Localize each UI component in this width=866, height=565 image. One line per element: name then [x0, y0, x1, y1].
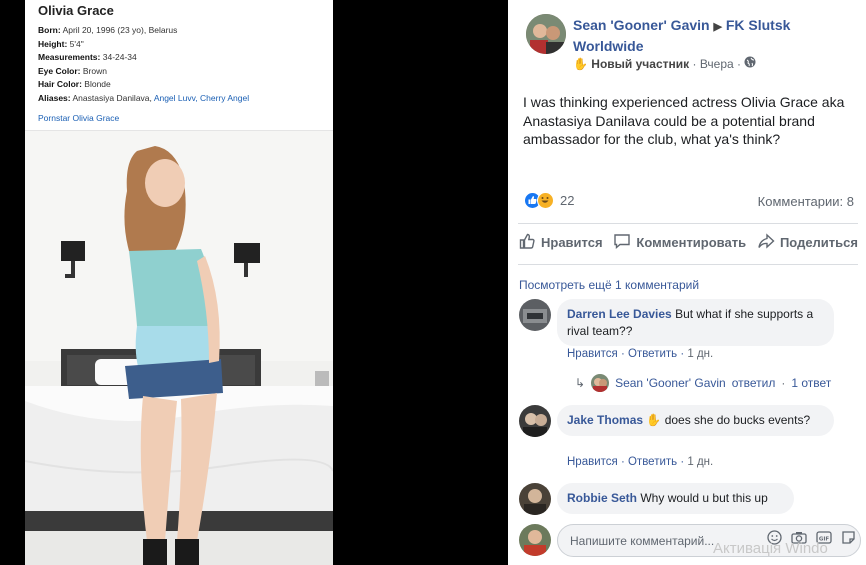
commenter-avatar[interactable]: [519, 405, 551, 437]
alias-3-link[interactable]: Cherry Angel: [200, 93, 249, 103]
current-user-avatar: [519, 524, 551, 556]
comment-item: Darren Lee Davies But what if she suppor…: [519, 299, 849, 369]
reactions-summary[interactable]: 22: [524, 192, 574, 209]
reply-count: 1 ответ: [791, 376, 832, 390]
reaction-count: 22: [560, 193, 575, 208]
haha-reaction-icon: [537, 192, 554, 209]
thumbs-up-icon: [518, 232, 536, 253]
author-avatar-image: [526, 14, 566, 54]
info-height: Height: 5'4": [38, 38, 320, 52]
comment-like-link[interactable]: Нравится: [567, 456, 618, 468]
comment-label: Комментировать: [636, 235, 747, 250]
replies-summary-link[interactable]: ↳ Sean 'Gooner' Gavin ответил · 1 ответ: [575, 374, 831, 392]
comment-bubble: Jake Thomas ✋ does she do bucks events?: [557, 405, 834, 436]
measurements-label: Measurements:: [38, 52, 101, 63]
windows-activation-watermark: Активація Windo: [713, 540, 828, 557]
new-member-hand-icon: ✋: [646, 413, 662, 427]
share-arrow-icon: [757, 232, 775, 253]
comment-actions: Нравится · Ответить · 1 дн.: [567, 348, 714, 360]
globe-icon: [744, 56, 756, 71]
comment-bubble: Darren Lee Davies But what if she suppor…: [557, 299, 834, 346]
post-panel: Sean 'Gooner' Gavin ▶ FK Slutsk Worldwid…: [508, 0, 866, 565]
post-author-line: Sean 'Gooner' Gavin ▶ FK Slutsk Worldwid…: [573, 16, 863, 56]
divider: [518, 264, 858, 265]
post-meta: ✋ Новый участник · Вчера ·: [573, 56, 756, 71]
commenter-name-link[interactable]: Jake Thomas: [567, 413, 643, 427]
new-member-hand-icon: ✋: [573, 57, 588, 71]
commenter-name-link[interactable]: Darren Lee Davies: [567, 307, 672, 321]
reply-author-avatar: [591, 374, 610, 392]
height-label: Height:: [38, 38, 68, 49]
info-eye-color: Eye Color: Brown: [38, 65, 320, 79]
meta-separator: ·: [692, 57, 697, 71]
author-name-link[interactable]: Sean 'Gooner' Gavin: [573, 17, 710, 33]
info-measurements: Measurements: 34-24-34: [38, 51, 320, 65]
born-label: Born:: [38, 25, 61, 35]
comment-bubble: Robbie Seth Why would u but this up: [557, 483, 794, 514]
post-stats: 22 Комментарии: 8: [524, 192, 854, 212]
reply-separator: ·: [781, 376, 786, 390]
info-hair-color: Hair Color: Blonde: [38, 78, 320, 92]
height-value: 5'4": [69, 38, 84, 49]
comment-time[interactable]: 1 дн.: [687, 348, 713, 360]
comment-text: does she do bucks events?: [664, 413, 811, 427]
eye-label: Eye Color:: [38, 65, 81, 76]
new-member-badge: Новый участник: [591, 57, 690, 71]
comment-bubble-icon: [613, 232, 631, 253]
post-actions-bar: Нравится Комментировать Поделиться: [518, 232, 858, 253]
profile-footer-link[interactable]: Pornstar Olivia Grace: [38, 113, 320, 123]
photo-scene-drawing: [25, 131, 333, 565]
profile-info-card: Olivia Grace Born: April 20, 1996 (23 yo…: [25, 0, 333, 131]
hair-label: Hair Color:: [38, 79, 82, 90]
comment-actions: Нравится · Ответить · 1 дн.: [567, 456, 714, 468]
comment-reply-link[interactable]: Ответить: [628, 456, 677, 468]
author-avatar[interactable]: [526, 14, 566, 54]
alias-2-link[interactable]: Angel Luvv,: [154, 93, 198, 103]
sticker-icon[interactable]: [841, 530, 856, 550]
comment-item: Jake Thomas ✋ does she do bucks events? …: [519, 405, 849, 475]
share-label: Поделиться: [779, 235, 858, 250]
view-more-comments-link[interactable]: Посмотреть ещё 1 комментарий: [519, 278, 699, 292]
photo-scene: [25, 131, 333, 565]
share-button[interactable]: Поделиться: [757, 232, 858, 253]
commenter-avatar[interactable]: [519, 299, 551, 331]
like-label: Нравится: [541, 235, 603, 250]
eye-value: Brown: [82, 65, 107, 76]
meta-separator: ·: [737, 57, 742, 71]
comment-item: Robbie Seth Why would u but this up: [519, 483, 849, 517]
profile-name: Olivia Grace: [38, 3, 114, 18]
reply-arrow-icon: ↳: [575, 376, 586, 390]
divider: [518, 223, 858, 224]
comment-button[interactable]: Комментировать: [613, 232, 746, 253]
hair-value: Blonde: [84, 79, 111, 90]
commenter-name-link[interactable]: Robbie Seth: [567, 491, 637, 505]
info-born: Born: April 20, 1996 (23 yo), Belarus: [38, 24, 320, 38]
shared-photo[interactable]: Olivia Grace Born: April 20, 1996 (23 yo…: [25, 0, 333, 565]
info-aliases: Aliases: Anastasiya Danilava, Angel Luvv…: [38, 92, 320, 106]
photo-viewer: Olivia Grace Born: April 20, 1996 (23 yo…: [0, 0, 508, 565]
comment-reply-link[interactable]: Ответить: [628, 348, 677, 360]
reply-verb: ответил: [731, 376, 776, 390]
comment-text: Why would u but this up: [640, 491, 768, 505]
measurements-value: 34-24-34: [102, 52, 137, 63]
reply-author-name: Sean 'Gooner' Gavin: [615, 376, 726, 390]
comment-like-link[interactable]: Нравится: [567, 348, 618, 360]
comment-time[interactable]: 1 дн.: [687, 456, 713, 468]
post-body-text: I was thinking experienced actress Olivi…: [523, 94, 845, 147]
post-timestamp[interactable]: Вчера: [700, 57, 734, 71]
comments-count-link[interactable]: Комментарии: 8: [758, 194, 854, 209]
like-button[interactable]: Нравится: [518, 232, 603, 253]
alias-1: Anastasiya Danilava,: [72, 92, 152, 103]
commenter-avatar[interactable]: [519, 483, 551, 515]
born-value: April 20, 1996 (23 yo), Belarus: [62, 25, 178, 35]
aliases-label: Aliases:: [38, 92, 71, 103]
comment-input-placeholder: Напишите комментарий...: [570, 534, 715, 548]
group-arrow-icon: ▶: [713, 21, 722, 33]
